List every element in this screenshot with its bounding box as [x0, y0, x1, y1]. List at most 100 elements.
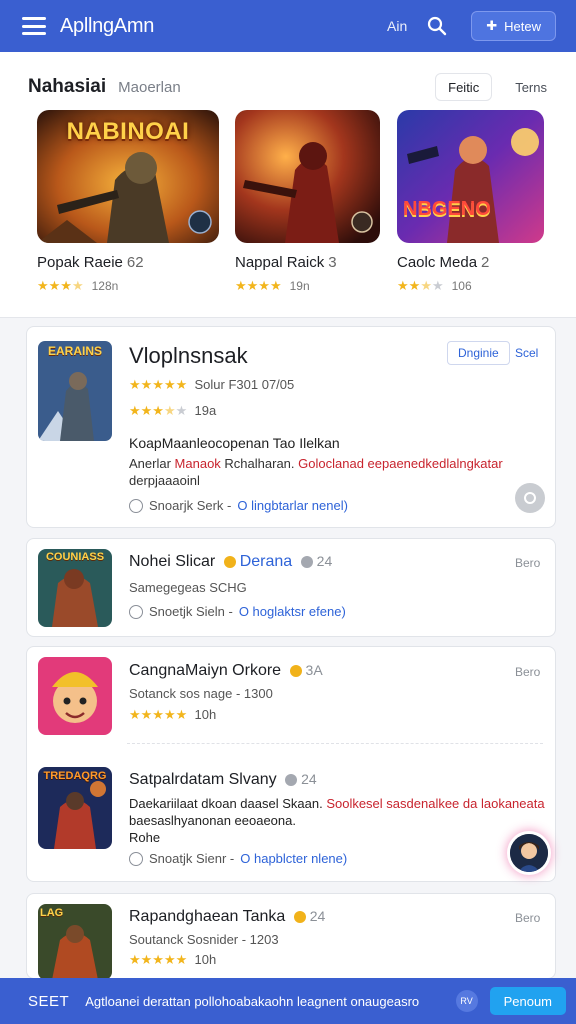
publisher-info: Samegegeas SCHG — [129, 580, 247, 595]
game-thumbnail: EARAINS — [38, 341, 112, 441]
meta-number: 24 — [309, 908, 326, 924]
hint-label: Snoarjk Serk - — [149, 498, 232, 513]
hint-link[interactable]: O hoglaktsr efene) — [239, 604, 346, 619]
featured-section: Nahasiai Maoerlan Feitic Terns NABINOAI … — [0, 52, 576, 318]
genre-tag[interactable]: Dnginie — [447, 341, 510, 365]
rating-row-secondary: ★★★★★ 19a — [129, 403, 216, 419]
game-title-text: Satpalrdatam Slvany — [129, 771, 277, 788]
hint-link[interactable]: O lingbtarlar nenel) — [237, 498, 348, 513]
featured-card[interactable]: NBGENO Caolc Meda 2 ★★★★ 106 — [397, 110, 544, 294]
rating-stars: ★★★★★ — [129, 377, 188, 392]
scale-link[interactable]: Scel — [515, 346, 538, 360]
hint-link[interactable]: O hapblcter nlene) — [240, 851, 347, 866]
thumb-art-text: LAG — [40, 907, 64, 919]
desc-highlight: Soolkesel sasdenalkee da laokaneata — [326, 796, 545, 811]
featured-card[interactable]: NABINOAI Popak Raeie 62 ★★★★ 128n — [37, 110, 219, 294]
game-title: Vloplnsnsak — [129, 343, 248, 368]
description-text: Anerlar Manaok Rchalharan. Goloclanad ee… — [129, 456, 503, 471]
thumb-art-text: EARAINS — [47, 344, 102, 358]
menu-icon[interactable] — [22, 17, 46, 35]
game-thumbnail: TREDAQRG — [38, 767, 112, 849]
release-info: Solur F301 07/05 — [194, 377, 295, 392]
age-label: Bero — [515, 911, 541, 925]
desc-part: Rchalharan. — [224, 456, 295, 471]
game-cover-image: NBGENO — [397, 110, 544, 243]
publisher-info: Soutanck Sosnider - 1203 — [129, 932, 279, 947]
rating-stars: ★★★★★ — [129, 952, 188, 967]
assistant-avatar-button[interactable] — [510, 834, 548, 872]
app-bar: ApllngAmn Ain ✚ Hetew — [0, 0, 576, 52]
card-number: 3 — [328, 254, 337, 271]
game-title: Nohei Slicar Derana 24 — [129, 553, 332, 571]
desc-highlight: Manaok — [174, 456, 221, 471]
filter-tab-active[interactable]: Feitic — [435, 73, 493, 101]
thumb-art-text: COUNIASS — [45, 551, 105, 563]
verified-icon — [289, 664, 302, 677]
game-list-card[interactable]: EARAINS Vloplnsnsak Dnginie Scel ★★★★★ S… — [26, 326, 556, 528]
meta-number: 24 — [301, 771, 317, 787]
featured-card-meta: ★★★★ 19n — [235, 278, 380, 294]
thumb-art-text: TREDAQRG — [43, 770, 107, 782]
rating-stars: ★★★★ — [235, 278, 282, 293]
bottom-label[interactable]: SEET — [28, 993, 69, 1010]
hint-row[interactable]: Snoarjk Serk - O lingbtarlar nenel) — [129, 498, 348, 513]
meta-number: 3A — [305, 662, 323, 678]
game-list-card[interactable]: LAG Rapandghaean Tanka 24 Bero Soutanck … — [26, 893, 556, 980]
verified-icon — [293, 910, 306, 923]
rating-stars: ★★★★★ — [129, 403, 188, 418]
game-title: Satpalrdatam Slvany 24 — [129, 771, 317, 789]
game-title-text: CangnaMaiyn Orkore — [129, 662, 282, 679]
game-title: Rapandghaean Tanka 24 — [129, 908, 325, 926]
mini-badge-icon[interactable]: RV — [455, 990, 478, 1012]
news-ticker: Agtloanei derattan pollohoabakaohn leagn… — [85, 993, 420, 1009]
game-list-card[interactable]: COUNIASS Nohei Slicar Derana 24 Bero Sam… — [26, 538, 556, 637]
hint-row[interactable]: Snoatjk Sienr - O hapblcter nlene) — [129, 851, 347, 866]
review-count: 19a — [194, 403, 217, 418]
review-count: 10h — [194, 952, 217, 967]
info-icon — [129, 604, 143, 619]
featured-subtitle: Maoerlan — [118, 78, 181, 96]
card-name: Popak Raeie — [37, 254, 123, 271]
hint-row[interactable]: Snoetjk Sieln - O hoglaktsr efene) — [129, 604, 346, 619]
game-thumbnail: LAG — [38, 904, 112, 980]
header-action-button[interactable]: ✚ Hetew — [471, 11, 556, 41]
desc-part: Daekariilaat dkoan daasel Skaan. — [129, 796, 323, 811]
info-icon — [129, 851, 143, 866]
age-label: Bero — [515, 556, 541, 570]
card-name: Caolc Meda — [397, 254, 478, 271]
game-title-text: Rapandghaean Tanka — [129, 908, 286, 925]
star-icon: ✚ — [486, 18, 498, 33]
featured-card-meta: ★★★★ 106 — [397, 278, 544, 294]
rating-stars: ★★★★ — [397, 278, 444, 293]
desc-highlight: Goloclanad eepaenedkedlalngkatar — [298, 456, 503, 471]
cover-art-text: NABINOAI — [66, 118, 190, 145]
description-text-2: derpjaaaoinl — [129, 473, 200, 488]
desc-part: Anerlar — [129, 456, 171, 471]
info-icon — [285, 773, 298, 786]
bottom-cta-button[interactable]: Penoum — [489, 987, 566, 1015]
featured-card[interactable]: Nappal Raick 3 ★★★★ 19n — [235, 110, 380, 294]
header-action-label: Hetew — [504, 18, 541, 34]
featured-header: Nahasiai Maoerlan Feitic Terns — [28, 72, 560, 102]
review-count: 128n — [91, 279, 119, 293]
filter-tab[interactable]: Terns — [502, 73, 560, 101]
game-thumbnail: COUNIASS — [38, 549, 112, 627]
genre-link[interactable]: Derana — [240, 553, 292, 570]
game-title: CangnaMaiyn Orkore 3A — [129, 662, 323, 680]
app-title: ApllngAmn — [60, 14, 155, 37]
review-count: 10h — [194, 707, 217, 722]
appbar-link[interactable]: Ain — [387, 18, 407, 34]
more-options-icon[interactable] — [515, 483, 545, 513]
game-list-card[interactable]: CangnaMaiyn Orkore 3A Bero Sotanck sos n… — [26, 646, 556, 882]
game-cover-image: NABINOAI — [37, 110, 219, 243]
rating-row: ★★★★★ Solur F301 07/05 — [129, 377, 294, 393]
featured-card-meta: ★★★★ 128n — [37, 278, 219, 294]
age-label: Bero — [515, 665, 541, 679]
description-text-3: Rohe — [129, 830, 161, 845]
verified-icon — [223, 555, 236, 568]
info-icon — [300, 555, 313, 568]
search-icon[interactable] — [427, 16, 447, 36]
featured-title: Nahasiai — [28, 76, 107, 97]
featured-card-name: Caolc Meda 2 — [397, 254, 544, 271]
review-count: 106 — [451, 279, 472, 293]
